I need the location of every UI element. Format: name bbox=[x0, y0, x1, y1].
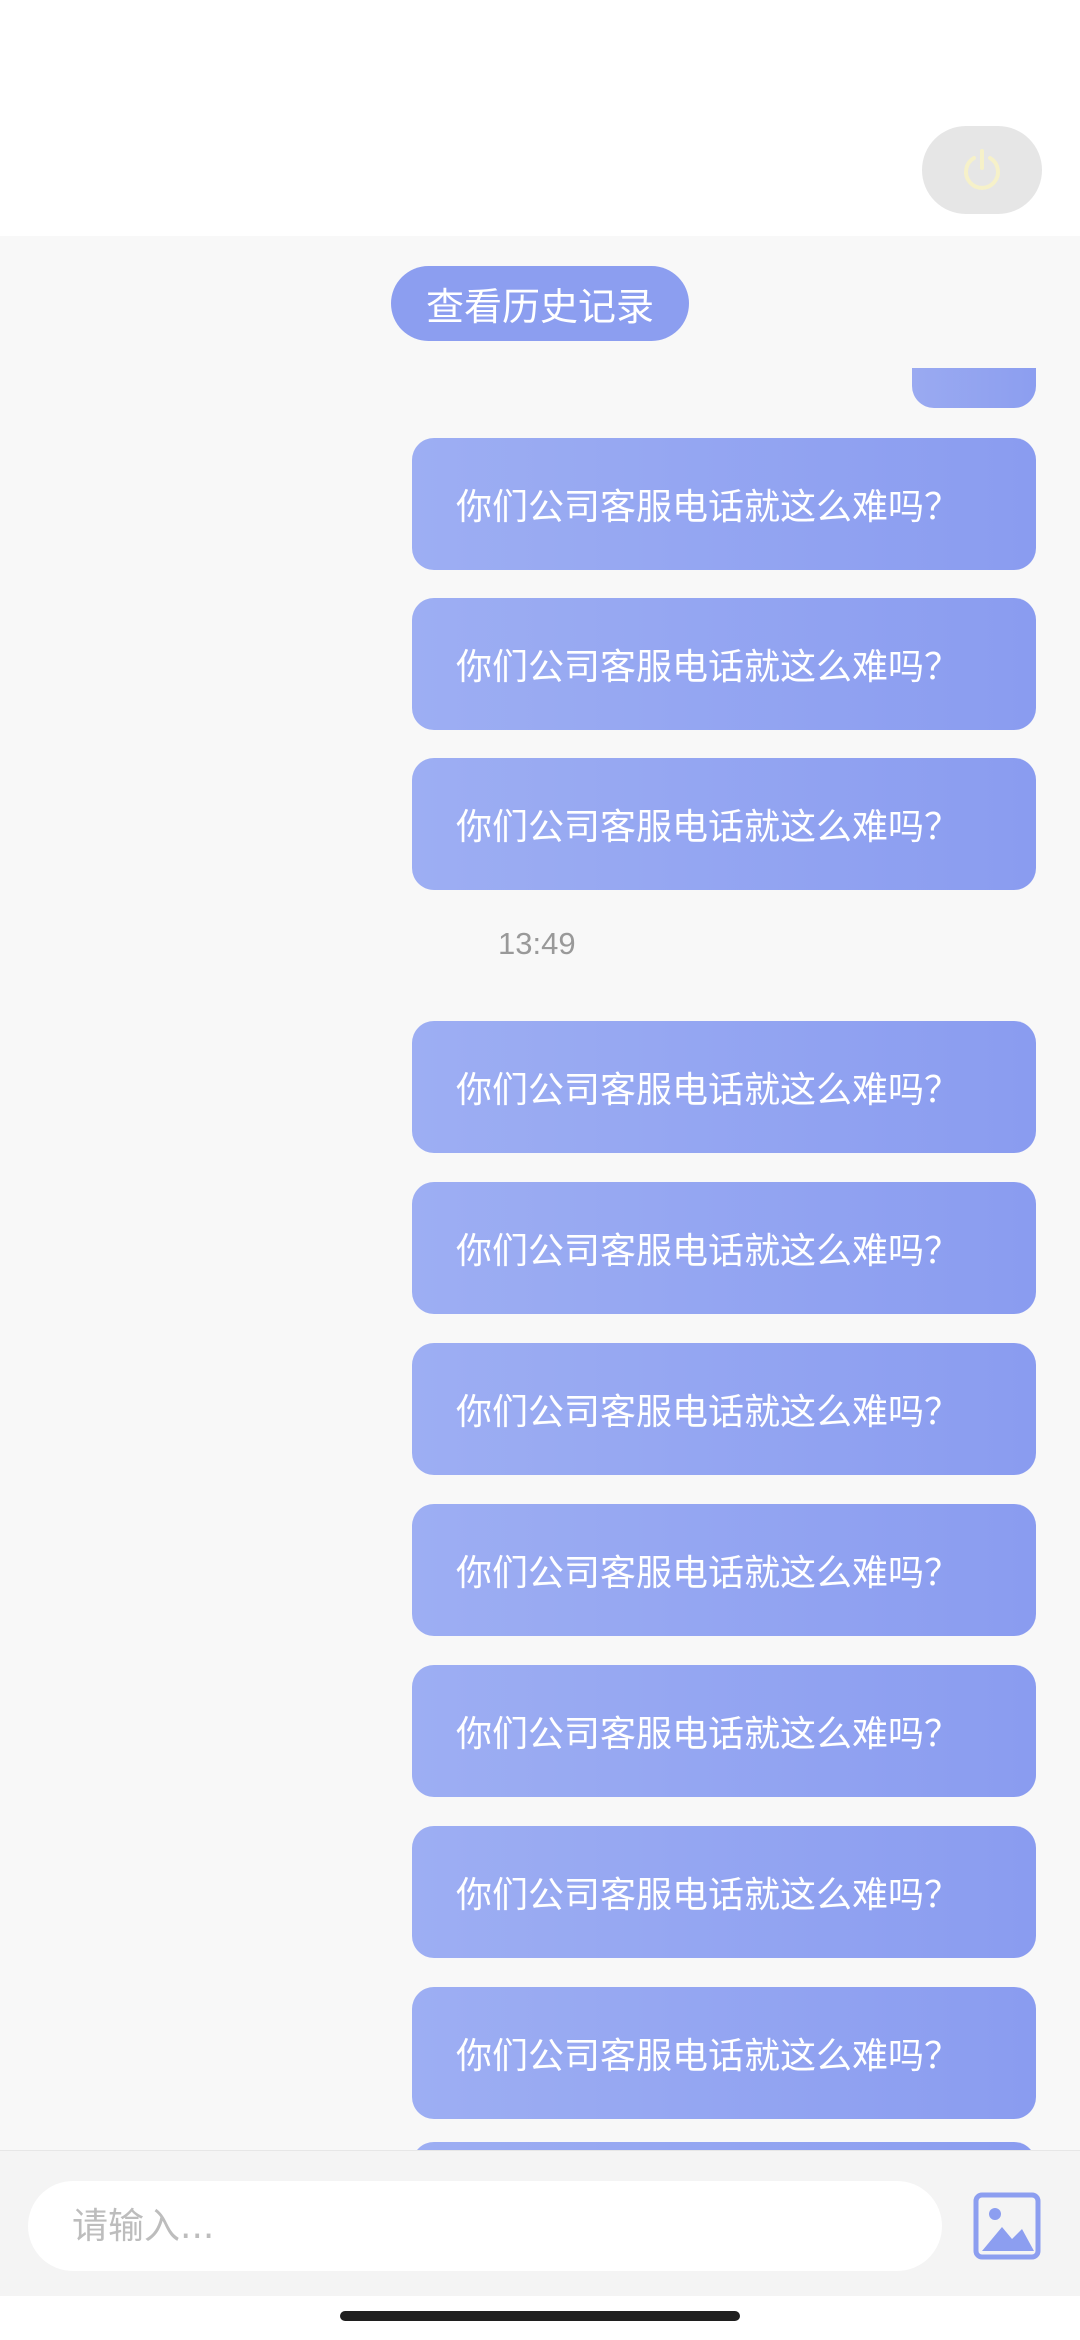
view-history-button[interactable]: 查看历史记录 bbox=[391, 266, 689, 341]
chat-message-list[interactable]: 查看历史记录 你们公司客服电话就这么难吗？ 你们公司客服电话就这么难吗？ 你们公… bbox=[0, 236, 1080, 2150]
message-bubble: 你们公司客服电话就这么难吗？ bbox=[412, 758, 1036, 890]
composer-bar bbox=[0, 2150, 1080, 2296]
message-input[interactable] bbox=[28, 2181, 942, 2271]
power-button[interactable] bbox=[922, 126, 1042, 214]
message-bubble: 你们公司客服电话就这么难吗？ bbox=[412, 598, 1036, 730]
message-bubble: 你们公司客服电话就这么难吗？ bbox=[412, 438, 1036, 570]
power-icon bbox=[964, 149, 1000, 190]
message-bubble: 你们公司客服电话就这么难吗？ bbox=[412, 1665, 1036, 1797]
message-timestamp: 13:49 bbox=[498, 926, 576, 961]
send-image-button[interactable] bbox=[972, 2191, 1042, 2261]
message-bubble-partial bbox=[412, 2142, 1036, 2150]
message-bubble: 你们公司客服电话就这么难吗？ bbox=[412, 1343, 1036, 1475]
message-bubble: 你们公司客服电话就这么难吗？ bbox=[412, 1987, 1036, 2119]
image-icon bbox=[973, 2192, 1041, 2260]
message-bubble: 你们公司客服电话就这么难吗？ bbox=[412, 1021, 1036, 1153]
message-bubble: 你们公司客服电话就这么难吗？ bbox=[412, 1504, 1036, 1636]
message-bubble-partial bbox=[912, 368, 1036, 408]
message-bubble: 你们公司客服电话就这么难吗？ bbox=[412, 1826, 1036, 1958]
message-bubble: 你们公司客服电话就这么难吗？ bbox=[412, 1182, 1036, 1314]
header-bar bbox=[0, 0, 1080, 236]
home-indicator[interactable] bbox=[340, 2311, 740, 2321]
